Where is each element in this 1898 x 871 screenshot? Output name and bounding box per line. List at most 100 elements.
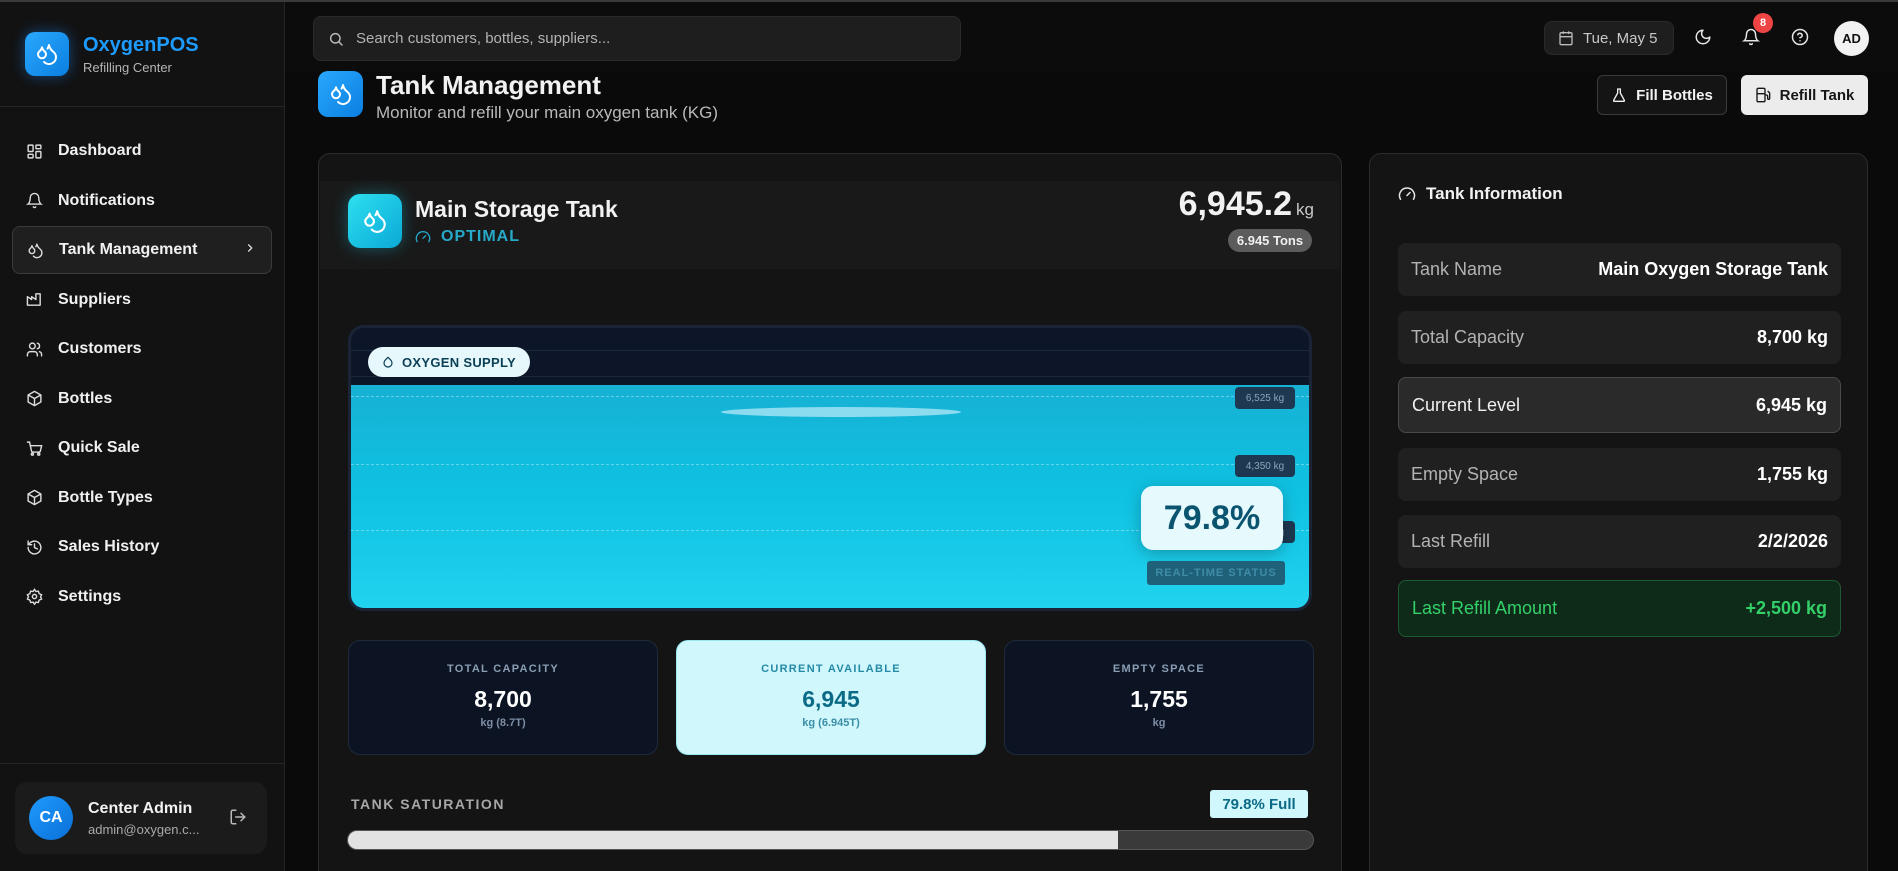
fill-bottles-button[interactable]: Fill Bottles xyxy=(1597,75,1727,115)
bell-icon xyxy=(25,192,43,210)
sidebar-item-label: Dashboard xyxy=(58,142,142,159)
info-value: 2/2/2026 xyxy=(1757,531,1828,551)
help-icon[interactable] xyxy=(1791,28,1809,46)
stat-total-capacity: TOTAL CAPACITY 8,700 kg (8.7T) xyxy=(348,640,658,755)
sidebar-item-label: Quick Sale xyxy=(58,439,140,456)
calendar-icon xyxy=(1558,30,1574,46)
sidebar-item-label: Bottle Types xyxy=(58,488,153,506)
droplets-icon xyxy=(348,194,402,248)
date-text: Tue, May 5 xyxy=(1583,29,1658,47)
user-name: Center Admin xyxy=(88,799,193,817)
gear-icon xyxy=(25,588,43,606)
tank-information-card: Tank Information Tank Name Main Oxygen S… xyxy=(1369,153,1868,871)
info-key: Total Capacity xyxy=(1411,327,1525,347)
info-value: 1,755 kg xyxy=(1756,464,1828,484)
sidebar: OxygenPOS Refilling Center Dashboard Not… xyxy=(0,2,285,871)
sidebar-nav: Dashboard Notifications Tank Management … xyxy=(12,127,272,622)
user-card[interactable]: CA Center Admin admin@oxygen.c... xyxy=(15,782,267,854)
info-key: Last Refill xyxy=(1411,531,1491,551)
info-key: Tank Name xyxy=(1411,259,1503,279)
top-bar: Search customers, bottles, suppliers... … xyxy=(286,2,1898,72)
sidebar-item-suppliers[interactable]: Suppliers xyxy=(12,276,272,324)
sidebar-item-quick-sale[interactable]: Quick Sale xyxy=(12,424,272,472)
gauge-icon xyxy=(1398,185,1416,203)
stat-unit: kg (8.7T) xyxy=(480,717,526,729)
level-marker-tag: 6,525 kg xyxy=(1235,387,1295,409)
date-display[interactable]: Tue, May 5 xyxy=(1544,21,1674,55)
user-email: admin@oxygen.c... xyxy=(88,821,200,837)
info-key: Last Refill Amount xyxy=(1412,598,1558,618)
tank-kg-unit: kg xyxy=(1296,200,1314,219)
info-title-text: Tank Information xyxy=(1426,184,1563,203)
stat-value: 8,700 xyxy=(474,686,532,712)
info-row-empty-space: Empty Space 1,755 kg xyxy=(1398,448,1841,501)
refill-tank-label: Refill Tank xyxy=(1779,86,1855,104)
logout-icon[interactable] xyxy=(229,808,247,831)
flask-icon xyxy=(1611,87,1627,103)
history-icon xyxy=(25,538,43,556)
droplet-icon xyxy=(382,356,394,368)
stat-value: 1,755 xyxy=(1130,686,1188,712)
sidebar-item-customers[interactable]: Customers xyxy=(12,325,272,373)
page-title: Tank Management xyxy=(376,70,601,100)
saturation-progress-fill xyxy=(348,831,1119,849)
gauge-icon xyxy=(415,229,431,245)
tank-card: Main Storage Tank OPTIMAL 6,945.2 kg 6.9… xyxy=(318,153,1342,871)
info-value: 6,945 kg xyxy=(1755,394,1827,415)
chevron-right-icon xyxy=(243,241,257,260)
factory-icon xyxy=(25,291,43,309)
info-row-current-level: Current Level 6,945 kg xyxy=(1398,377,1841,433)
sidebar-item-label: Sales History xyxy=(58,538,160,555)
sidebar-item-bottle-types[interactable]: Bottle Types xyxy=(12,474,272,522)
users-icon xyxy=(25,340,43,358)
info-row-last-refill-amount: Last Refill Amount +2,500 kg xyxy=(1398,580,1841,637)
package-icon xyxy=(25,489,43,507)
refill-tank-button[interactable]: Refill Tank xyxy=(1741,75,1868,115)
tons-badge: 6.945 Tons xyxy=(1228,229,1312,252)
notification-count-badge: 8 xyxy=(1753,13,1773,33)
search-input[interactable]: Search customers, bottles, suppliers... xyxy=(313,16,961,61)
brand[interactable]: OxygenPOS Refilling Center xyxy=(25,32,199,76)
tank-kg-value: 6,945.2 xyxy=(1178,185,1293,223)
sidebar-item-tank-management[interactable]: Tank Management xyxy=(12,226,272,274)
saturation-progress-bar xyxy=(347,830,1314,850)
divider xyxy=(0,106,285,107)
avatar[interactable]: AD xyxy=(1834,21,1869,56)
divider xyxy=(0,763,285,764)
sidebar-item-settings[interactable]: Settings xyxy=(12,573,272,621)
fuel-icon xyxy=(1755,87,1771,103)
sidebar-item-bottles[interactable]: Bottles xyxy=(12,375,272,423)
stat-unit: kg xyxy=(1152,717,1166,729)
info-value: +2,500 kg xyxy=(1745,598,1827,618)
search-placeholder: Search customers, bottles, suppliers... xyxy=(356,30,611,47)
stat-value: 6,945 xyxy=(802,686,860,712)
moon-icon[interactable] xyxy=(1694,28,1712,46)
sidebar-item-label: Customers xyxy=(58,340,142,357)
info-key: Empty Space xyxy=(1411,464,1519,484)
realtime-status-label: REAL-TIME STATUS xyxy=(1147,561,1285,585)
info-row-last-refill: Last Refill 2/2/2026 xyxy=(1398,515,1841,568)
stat-empty-space: EMPTY SPACE 1,755 kg xyxy=(1004,640,1314,755)
cart-icon xyxy=(25,439,43,457)
sidebar-item-dashboard[interactable]: Dashboard xyxy=(12,127,272,175)
info-value: Main Oxygen Storage Tank xyxy=(1598,259,1828,279)
saturation-badge: 79.8% Full xyxy=(1210,790,1308,818)
sidebar-item-label: Suppliers xyxy=(58,290,131,308)
tank-name: Main Storage Tank xyxy=(415,196,618,222)
sidebar-item-label: Notifications xyxy=(58,191,155,209)
sidebar-item-notifications[interactable]: Notifications xyxy=(12,177,272,225)
droplets-icon xyxy=(318,71,363,117)
stat-label: TOTAL CAPACITY xyxy=(446,663,560,675)
brand-name: OxygenPOS xyxy=(83,34,199,56)
stat-label: CURRENT AVAILABLE xyxy=(761,663,901,675)
page-subtitle: Monitor and refill your main oxygen tank… xyxy=(376,103,719,122)
sidebar-item-sales-history[interactable]: Sales History xyxy=(12,523,272,571)
level-marker-tag: 4,350 kg xyxy=(1235,455,1295,477)
fill-percentage: 79.8% xyxy=(1141,486,1283,550)
fill-bottles-label: Fill Bottles xyxy=(1636,86,1713,104)
liquid-highlight xyxy=(721,406,961,417)
status-text: OPTIMAL xyxy=(441,228,520,245)
search-icon xyxy=(328,31,344,47)
tank-current-weight: 6,945.2 kg xyxy=(1179,185,1314,224)
sidebar-item-label: Settings xyxy=(58,587,122,605)
